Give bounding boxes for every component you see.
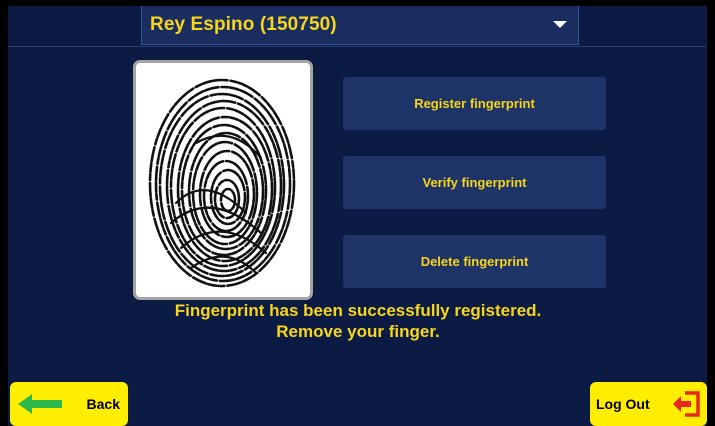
selected-user-label: Rey Espino (150750) — [150, 14, 337, 35]
caret-down-icon — [553, 21, 567, 28]
fingerprint-icon — [148, 78, 296, 288]
arrow-left-icon — [18, 394, 62, 414]
logout-label: Log Out — [596, 396, 650, 412]
status-line-1: Fingerprint has been successfully regist… — [174, 301, 542, 320]
status-message: Fingerprint has been successfully regist… — [108, 300, 608, 342]
status-line-2: Remove your finger. — [276, 322, 440, 341]
register-fingerprint-button[interactable]: Register fingerprint — [343, 77, 606, 130]
back-label: Back — [86, 396, 120, 412]
header-bar: Rey Espino (150750) — [8, 6, 707, 47]
logout-button[interactable]: Log Out — [590, 382, 707, 426]
verify-fingerprint-button[interactable]: Verify fingerprint — [343, 156, 606, 209]
delete-fingerprint-button[interactable]: Delete fingerprint — [343, 235, 606, 288]
fingerprint-screen: Rey Espino (150750) Register fingerprint… — [8, 6, 707, 426]
logout-icon — [673, 391, 700, 417]
user-dropdown[interactable]: Rey Espino (150750) — [141, 6, 579, 45]
fingerprint-image — [133, 60, 313, 300]
back-button[interactable]: Back — [10, 382, 128, 426]
